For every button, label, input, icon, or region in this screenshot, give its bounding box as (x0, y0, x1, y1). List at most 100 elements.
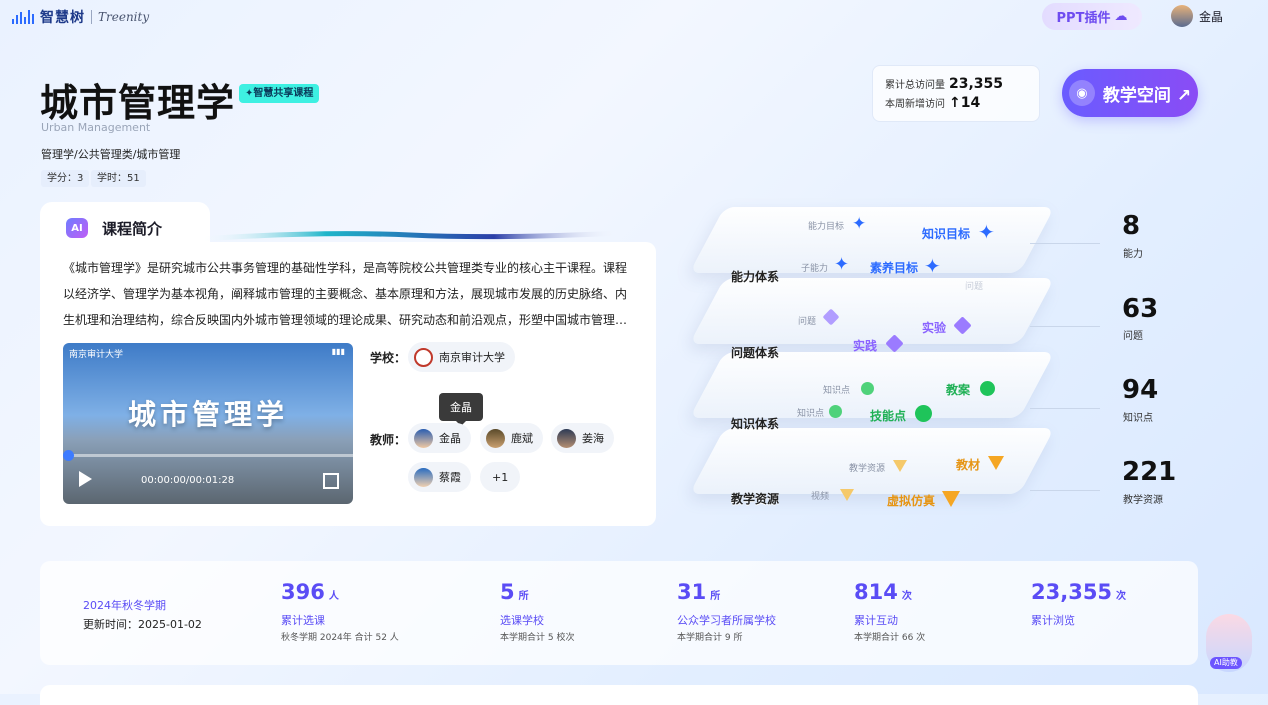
connector-line (1030, 243, 1100, 244)
triangle-icon (893, 460, 907, 472)
globe-icon: ◉ (1068, 80, 1095, 106)
video-time: 00:00:00/00:01:28 (141, 475, 235, 486)
stat-interact: 814 次 (854, 580, 912, 604)
video-progress-handle[interactable] (63, 450, 74, 461)
resource-big-1: 教材 (956, 458, 981, 472)
user-menu[interactable]: 金晶 (1171, 5, 1223, 27)
ability-small-1: 能力目标 (808, 222, 845, 232)
video-title: 城市管理学 (127, 398, 288, 431)
logo-text: 智慧树 (40, 10, 85, 26)
ability-faint: 问题 (965, 282, 984, 292)
stat-problem-label: 问题 (1123, 331, 1143, 342)
stat-ability-value: 8 (1122, 211, 1141, 241)
page-title: 城市管理学 (40, 81, 236, 125)
stat-schools: 5所 (500, 580, 529, 604)
layer-knowledge-label: 知识体系 (731, 417, 780, 431)
stat-schools-label: 选课学校 (500, 614, 544, 627)
english-title: Urban Management (41, 121, 151, 134)
teacher-name: 鹿斌 (511, 432, 533, 445)
ppt-plugin-label: PPT插件 (1056, 11, 1111, 26)
ability-small-2: 子能力 (801, 264, 829, 274)
stat-views-label: 累计浏览 (1031, 614, 1075, 627)
logo-divider (91, 10, 92, 24)
stat-interact-value: 814 (854, 580, 898, 604)
stat-views-unit: 次 (1116, 591, 1127, 602)
stat-interact-unit: 次 (901, 591, 912, 602)
teacher-chip[interactable]: 蔡霞 (408, 462, 471, 492)
connector-line (1030, 408, 1100, 409)
user-name: 金晶 (1199, 9, 1224, 24)
teaching-space-button[interactable]: ◉ 教学空间 ↗ (1062, 69, 1198, 117)
teaching-space-label: 教学空间 ↗ (1102, 85, 1192, 106)
video-player[interactable]: 南京审计大学 ▮▮▮ 城市管理学 00:00:00/00:01:28 (63, 343, 353, 504)
star-icon: ✦ (852, 214, 867, 234)
stat-schools-value: 5 (500, 580, 515, 604)
layer-resource-label: 教学资源 (731, 492, 780, 506)
ppt-plugin-button[interactable]: PPT插件 ☁ (1042, 3, 1142, 30)
stat-views: 23,355 次 (1031, 580, 1126, 604)
avatar (486, 428, 505, 448)
problem-big-1: 实验 (922, 321, 947, 335)
star-icon: ✦ (834, 254, 850, 275)
teacher-chip[interactable]: 姜海 (551, 423, 614, 453)
play-icon[interactable] (79, 471, 92, 487)
stat-ability-label: 能力 (1123, 249, 1143, 260)
logo-bars-icon (12, 10, 34, 24)
stat-enroll: 396 人 (281, 580, 339, 604)
stat-enroll-sub: 秋冬学期 2024年 合计 52 人 (281, 633, 399, 643)
teacher-name: 金晶 (439, 432, 461, 445)
stat-public-sub: 本学期合计 9 所 (677, 633, 743, 643)
knowledge-big-1: 教案 (946, 383, 971, 397)
avatar (414, 428, 433, 448)
ability-big-2: 素养目标 (870, 261, 919, 275)
breadcrumb: 管理学/公共管理类/城市管理 (41, 148, 181, 161)
teacher-tooltip: 金晶 (439, 393, 483, 426)
video-school-logo: 南京审计大学 (69, 350, 124, 360)
intro-title: 课程简介 (102, 220, 163, 238)
update-time: 更新时间：2025-01-02 (83, 618, 202, 631)
star-icon: ✦ (978, 220, 995, 244)
connector-line (1030, 326, 1100, 327)
problem-big-2: 实践 (853, 339, 878, 353)
intro-text: 《城市管理学》是研究城市公共事务管理的基础性学科，是高等院校公共管理类专业的核心… (63, 261, 628, 327)
layer-problem-label: 问题体系 (731, 346, 780, 360)
school-label: 学校： (370, 351, 407, 365)
stat-knowledge-label: 知识点 (1123, 413, 1153, 424)
teacher-chip[interactable]: 鹿斌 (480, 423, 543, 453)
stat-views-value: 23,355 (1031, 580, 1113, 604)
stat-enroll-label: 累计选课 (281, 614, 325, 627)
fullscreen-icon[interactable] (323, 473, 339, 489)
resource-small-1: 教学资源 (849, 464, 886, 474)
stat-public-label: 公众学习者所属学校 (677, 614, 776, 627)
week-visit-label: 本周新增访问 (885, 99, 945, 110)
triangle-icon (988, 456, 1004, 470)
more-teachers-chip[interactable]: +1 (480, 462, 521, 492)
video-brand-icon: ▮▮▮ (331, 347, 345, 356)
knowledge-big-2: 技能点 (870, 409, 907, 423)
teacher-name: 姜海 (582, 432, 604, 445)
avatar (557, 428, 576, 448)
teacher-chip[interactable]: 金晶 (408, 423, 471, 453)
layer-ability-label: 能力体系 (731, 270, 780, 284)
stat-schools-sub: 本学期合计 5 校次 (500, 633, 575, 643)
circle-icon (861, 382, 874, 395)
stat-public: 31 所 (677, 580, 720, 604)
triangle-icon (942, 491, 960, 507)
visit-stats-card: 累计总访问量 23,355 本周新增访问 ↑14 (872, 65, 1040, 122)
logo[interactable]: 智慧树 Treenity (12, 7, 149, 27)
ai-icon: AI (66, 218, 88, 238)
video-progress-bar[interactable] (69, 454, 353, 457)
resource-small-2: 视频 (811, 492, 830, 502)
circle-icon (829, 405, 842, 418)
term-label: 2024年秋冬学期 (83, 599, 166, 612)
layer-problem[interactable] (689, 278, 1055, 344)
knowledge-small-1: 知识点 (823, 386, 851, 396)
stat-enroll-unit: 人 (328, 591, 339, 602)
stat-schools-unit: 所 (518, 591, 529, 602)
star-icon: ✦ (924, 254, 941, 278)
stat-problem-value: 63 (1122, 294, 1159, 324)
stat-resource-value: 221 (1122, 457, 1177, 487)
stat-knowledge-value: 94 (1122, 375, 1159, 405)
school-chip[interactable]: 南京审计大学 (408, 342, 515, 372)
stat-interact-sub: 本学期合计 66 次 (854, 633, 926, 643)
